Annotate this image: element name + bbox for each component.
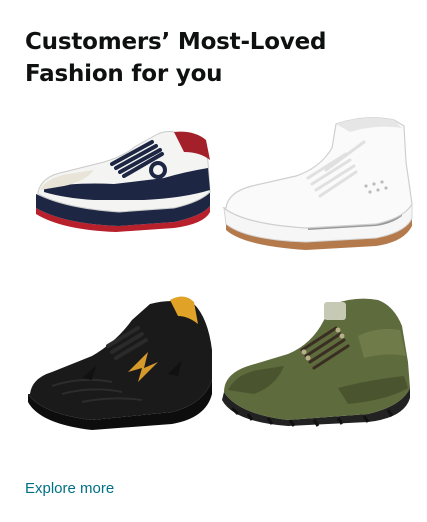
- high-top-white-sneaker-icon: [222, 117, 413, 250]
- product-tile-1[interactable]: [24, 112, 214, 242]
- explore-more-link[interactable]: Explore more: [25, 480, 114, 497]
- product-tile-4[interactable]: [218, 296, 414, 428]
- product-card: Customers’ Most-Loved Fashion for you Ex…: [0, 0, 427, 522]
- card-title-line-2: Fashion for you: [25, 61, 223, 87]
- card-title: Customers’ Most-Loved Fashion for you: [25, 26, 405, 90]
- product-tile-3[interactable]: [22, 290, 216, 434]
- card-title-line-1: Customers’ Most-Loved: [25, 29, 327, 55]
- sneaker-white-navy-red-icon: [36, 131, 211, 232]
- black-running-shoe-icon: [28, 296, 212, 430]
- olive-hiking-shoe-icon: [222, 298, 410, 427]
- product-tile-2[interactable]: [216, 112, 414, 252]
